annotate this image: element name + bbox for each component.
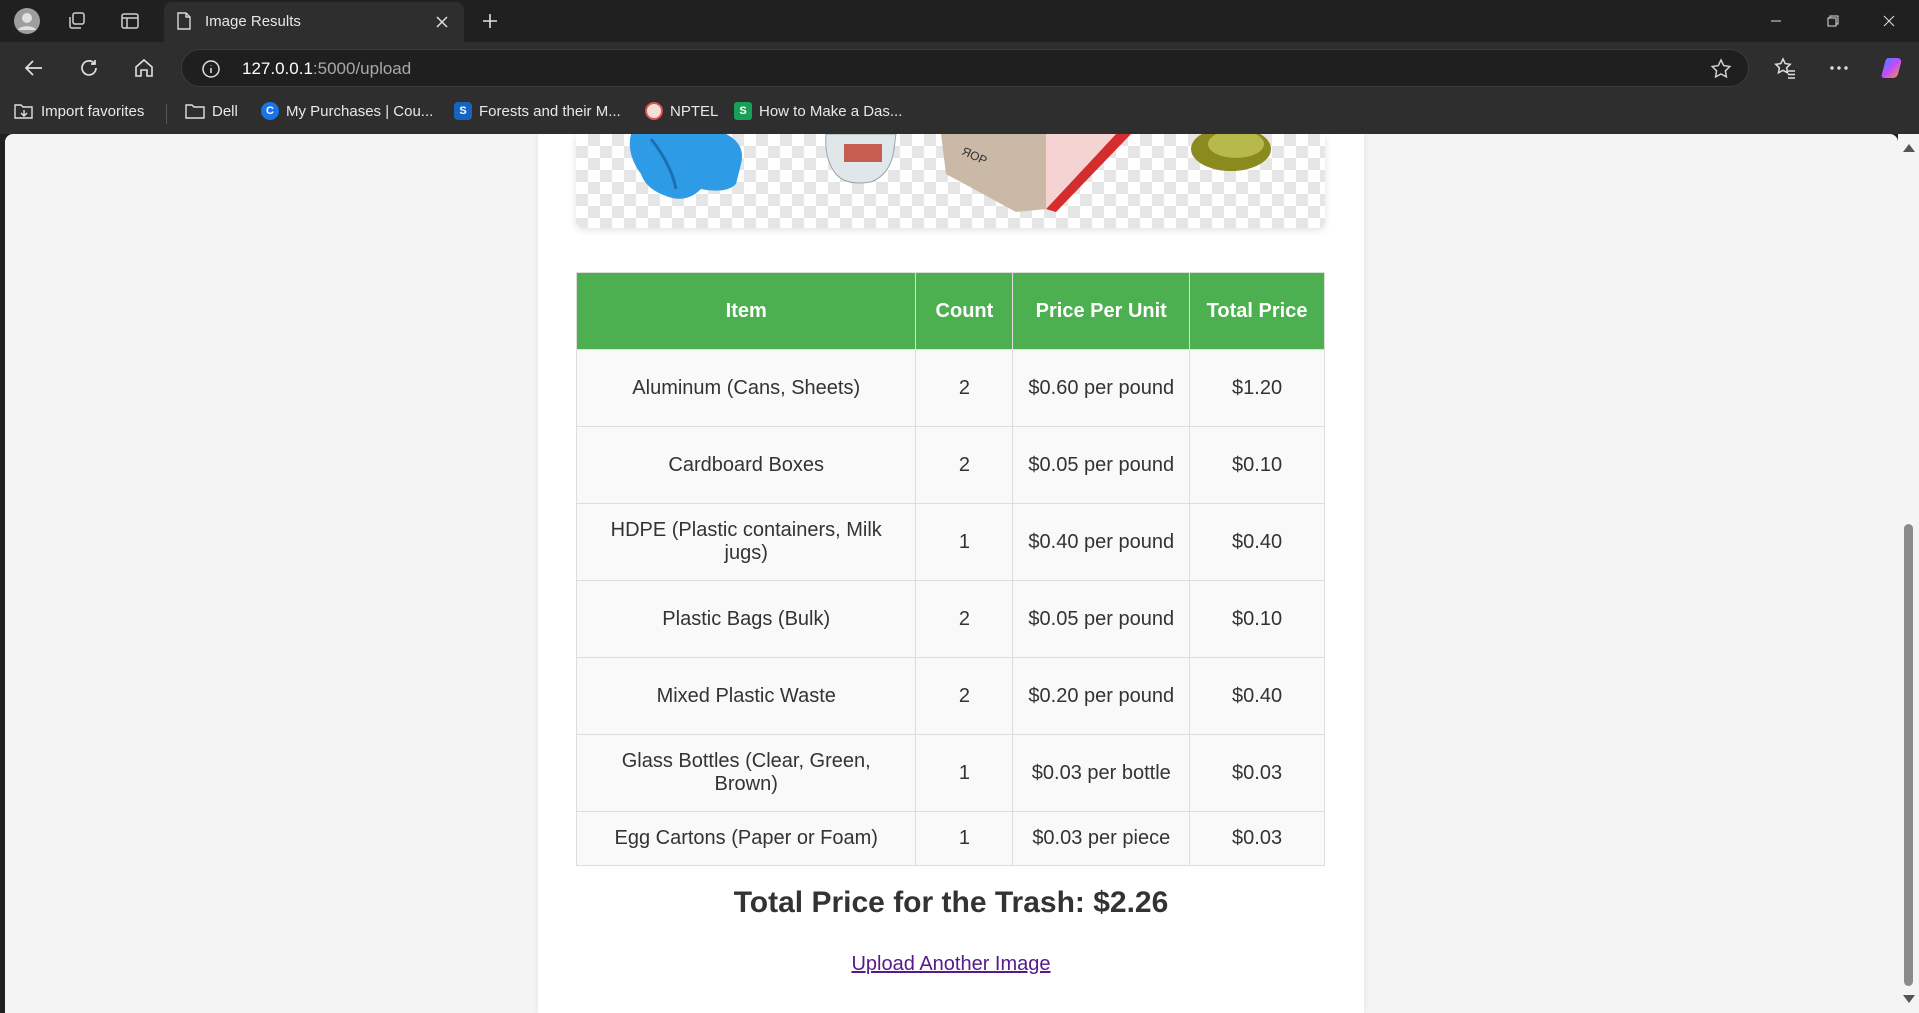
favorites-button[interactable] xyxy=(1768,51,1802,85)
upload-another-image-link[interactable]: Upload Another Image xyxy=(538,953,1364,976)
address-bar[interactable]: 127.0.0.1:5000/upload xyxy=(181,49,1749,87)
table-row: Glass Bottles (Clear, Green, Brown) 1 $0… xyxy=(575,734,1325,812)
table-row: Cardboard Boxes 2 $0.05 per pound $0.10 xyxy=(575,426,1325,504)
table-row: Mixed Plastic Waste 2 $0.20 per pound $0… xyxy=(575,657,1325,735)
bookmark-how-to-make[interactable]: S How to Make a Das... xyxy=(734,102,902,120)
sheets-favicon-icon: S xyxy=(734,102,752,120)
scribd-favicon-icon: S xyxy=(454,102,472,120)
cell-count: 2 xyxy=(915,349,1014,427)
close-window-icon[interactable] xyxy=(1861,0,1917,42)
cell-price-per-unit: $0.20 per pound xyxy=(1012,657,1191,735)
cell-total: $0.40 xyxy=(1189,503,1325,581)
cell-price-per-unit: $0.05 per pound xyxy=(1012,580,1191,658)
page-icon xyxy=(176,12,192,34)
cell-total: $0.40 xyxy=(1189,657,1325,735)
tab-image-results[interactable]: Image Results xyxy=(164,2,464,42)
url-text[interactable]: 127.0.0.1:5000/upload xyxy=(242,59,411,79)
page-scrollbar[interactable] xyxy=(1898,134,1919,1013)
total-price-heading: Total Price for the Trash: $2.26 xyxy=(733,886,1169,919)
bookmarks-bar: Import favorites Dell C My Purchases | C… xyxy=(0,92,1919,134)
bookmark-separator xyxy=(166,104,167,124)
results-table: Item Count Price Per Unit Total Price Al… xyxy=(575,272,1325,866)
cell-total: $1.20 xyxy=(1189,349,1325,427)
cell-total: $0.03 xyxy=(1189,734,1325,812)
results-card: ЯОР Item Count Price Per Unit Total Pric… xyxy=(538,134,1364,1013)
page-viewport: ЯОР Item Count Price Per Unit Total Pric… xyxy=(5,134,1898,1013)
cell-count: 2 xyxy=(915,580,1014,658)
bookmark-import-favorites[interactable]: Import favorites xyxy=(14,102,144,120)
bookmark-my-purchases[interactable]: C My Purchases | Cou... xyxy=(261,102,433,120)
back-button[interactable] xyxy=(17,51,51,85)
scroll-down-arrow-icon[interactable] xyxy=(1903,995,1915,1003)
refresh-button[interactable] xyxy=(72,51,106,85)
cell-price-per-unit: $0.60 per pound xyxy=(1012,349,1191,427)
bookmark-forests[interactable]: S Forests and their M... xyxy=(454,102,621,120)
cell-count: 2 xyxy=(915,426,1014,504)
header-total-price: Total Price xyxy=(1189,272,1325,350)
cell-count: 1 xyxy=(915,734,1014,812)
nptel-favicon-icon xyxy=(645,102,663,120)
scrollbar-thumb[interactable] xyxy=(1904,524,1913,986)
cell-total: $0.10 xyxy=(1189,426,1325,504)
table-row: HDPE (Plastic containers, Milk jugs) 1 $… xyxy=(575,503,1325,581)
site-info-icon[interactable] xyxy=(201,59,221,84)
close-tab-icon[interactable] xyxy=(430,10,454,34)
copilot-icon[interactable] xyxy=(1876,51,1910,85)
folder-icon xyxy=(185,104,205,119)
restore-icon[interactable] xyxy=(1805,0,1861,42)
header-count: Count xyxy=(915,272,1014,350)
bookmark-folder-dell[interactable]: Dell xyxy=(185,102,238,120)
trash-items-image: ЯОР xyxy=(629,134,1271,212)
table-row: Egg Cartons (Paper or Foam) 1 $0.03 per … xyxy=(575,811,1325,866)
favorite-star-icon[interactable] xyxy=(1710,58,1732,85)
header-item: Item xyxy=(575,272,917,350)
bookmark-nptel[interactable]: NPTEL xyxy=(645,102,718,120)
cell-item: Cardboard Boxes xyxy=(575,426,917,504)
more-options-icon[interactable] xyxy=(1822,51,1856,85)
cell-price-per-unit: $0.03 per bottle xyxy=(1012,734,1191,812)
browser-titlebar: Image Results xyxy=(0,0,1919,42)
cell-item: Plastic Bags (Bulk) xyxy=(575,580,917,658)
minimize-icon[interactable] xyxy=(1748,0,1804,42)
cell-total: $0.10 xyxy=(1189,580,1325,658)
header-price-per-unit: Price Per Unit xyxy=(1012,272,1191,350)
new-tab-icon[interactable] xyxy=(475,6,505,36)
cell-item: Egg Cartons (Paper or Foam) xyxy=(575,811,917,866)
cell-count: 1 xyxy=(915,811,1014,866)
cell-price-per-unit: $0.03 per piece xyxy=(1012,811,1191,866)
cell-total: $0.03 xyxy=(1189,811,1325,866)
coursera-favicon-icon: C xyxy=(261,102,279,120)
cell-price-per-unit: $0.05 per pound xyxy=(1012,426,1191,504)
cell-item: Aluminum (Cans, Sheets) xyxy=(575,349,917,427)
cell-item: HDPE (Plastic containers, Milk jugs) xyxy=(575,503,917,581)
workspaces-icon[interactable] xyxy=(62,6,92,36)
table-row: Plastic Bags (Bulk) 2 $0.05 per pound $0… xyxy=(575,580,1325,658)
cell-item: Glass Bottles (Clear, Green, Brown) xyxy=(575,734,917,812)
cell-count: 1 xyxy=(915,503,1014,581)
cell-price-per-unit: $0.40 per pound xyxy=(1012,503,1191,581)
cell-item: Mixed Plastic Waste xyxy=(575,657,917,735)
table-header-row: Item Count Price Per Unit Total Price xyxy=(575,272,1325,350)
uploaded-image-preview: ЯОР xyxy=(576,134,1325,228)
cell-count: 2 xyxy=(915,657,1014,735)
profile-avatar-icon[interactable] xyxy=(12,6,42,36)
import-icon xyxy=(14,104,33,119)
home-button[interactable] xyxy=(127,51,161,85)
vertical-tabs-icon[interactable] xyxy=(115,6,145,36)
tab-title: Image Results xyxy=(205,13,301,30)
table-row: Aluminum (Cans, Sheets) 2 $0.60 per poun… xyxy=(575,349,1325,427)
scroll-up-arrow-icon[interactable] xyxy=(1903,144,1915,152)
